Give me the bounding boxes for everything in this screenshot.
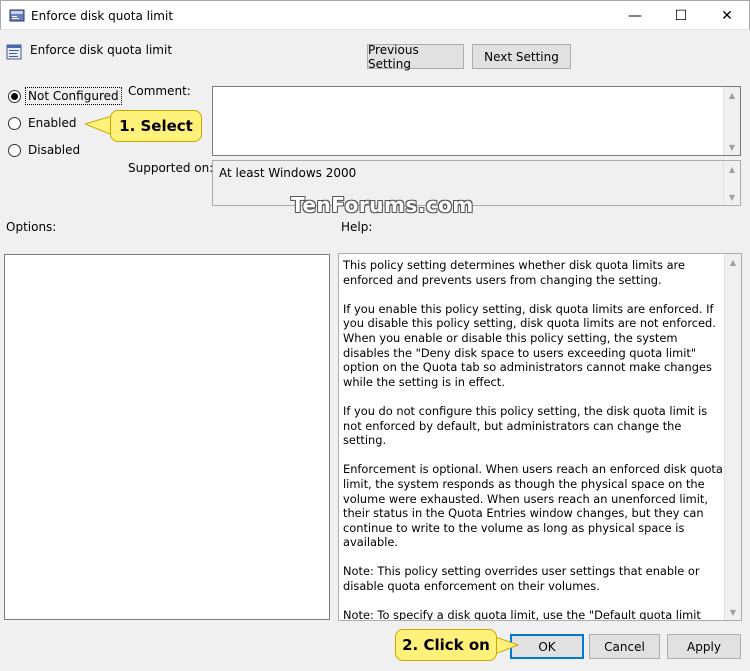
previous-setting-button[interactable]: Previous Setting xyxy=(367,43,464,71)
scroll-up-arrow-icon[interactable]: ▲ xyxy=(725,254,741,270)
radio-label: Not Configured xyxy=(25,87,122,105)
scroll-down-arrow-icon[interactable]: ▼ xyxy=(724,139,740,155)
radio-not-configured[interactable]: Not Configured xyxy=(8,87,122,105)
radio-disabled[interactable]: Disabled xyxy=(8,141,82,159)
scroll-down-arrow-icon[interactable]: ▼ xyxy=(725,604,741,620)
minimize-button[interactable]: — xyxy=(612,1,658,31)
scroll-up-arrow-icon[interactable]: ▲ xyxy=(724,87,740,103)
policy-setting-icon xyxy=(6,44,22,60)
ok-button[interactable]: OK xyxy=(510,634,584,659)
supported-on-value: At least Windows 2000 xyxy=(219,166,357,180)
radio-enabled[interactable]: Enabled xyxy=(8,114,79,132)
help-paragraph: Enforcement is optional. When users reac… xyxy=(343,462,723,550)
policy-name: Enforce disk quota limit xyxy=(30,43,173,57)
help-paragraph: This policy setting determines whether d… xyxy=(343,258,686,287)
options-label: Options: xyxy=(6,220,57,234)
cancel-button[interactable]: Cancel xyxy=(589,634,660,659)
help-paragraph: Note: This policy setting overrides user… xyxy=(343,564,700,594)
radio-label: Disabled xyxy=(28,143,81,157)
supported-on-scrollbar[interactable]: ▲ ▼ xyxy=(723,161,740,205)
comment-scrollbar[interactable]: ▲ ▼ xyxy=(723,87,740,155)
click-callout: 2. Click on xyxy=(395,629,497,661)
window-title: Enforce disk quota limit xyxy=(31,9,174,23)
options-pane xyxy=(4,254,330,620)
title-bar: Enforce disk quota limit — ☐ ✕ xyxy=(0,0,750,30)
help-paragraph: If you enable this policy setting, disk … xyxy=(343,301,716,389)
help-label: Help: xyxy=(341,220,373,234)
scroll-down-arrow-icon[interactable]: ▼ xyxy=(724,189,740,205)
maximize-button[interactable]: ☐ xyxy=(658,1,704,31)
close-button[interactable]: ✕ xyxy=(704,1,750,31)
help-scrollbar[interactable]: ▲ ▼ xyxy=(724,254,741,620)
scroll-up-arrow-icon[interactable]: ▲ xyxy=(724,161,740,177)
help-paragraph: Note: To specify a disk quota limit, use… xyxy=(343,608,701,621)
radio-selected-indicator[interactable] xyxy=(8,89,21,103)
watermark-text: TenForums.com xyxy=(291,193,474,217)
comment-textbox[interactable]: ▲ ▼ xyxy=(212,86,741,156)
radio-indicator[interactable] xyxy=(8,143,21,157)
select-callout: 1. Select xyxy=(110,110,202,142)
help-pane: This policy setting determines whether d… xyxy=(338,253,742,621)
radio-indicator[interactable] xyxy=(8,116,21,130)
group-policy-app-icon xyxy=(9,9,25,22)
radio-label: Enabled xyxy=(28,116,77,130)
supported-on-label: Supported on: xyxy=(128,161,214,175)
help-text: This policy setting determines whether d… xyxy=(343,258,723,621)
comment-label: Comment: xyxy=(128,84,191,98)
help-paragraph: If you do not configure this policy sett… xyxy=(343,403,708,448)
next-setting-button[interactable]: Next Setting xyxy=(472,44,571,69)
apply-button[interactable]: Apply xyxy=(667,634,741,659)
